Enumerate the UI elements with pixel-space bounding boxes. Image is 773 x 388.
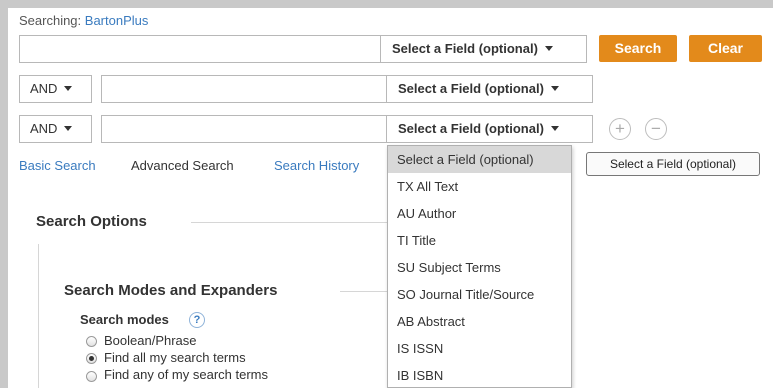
search-modes-label: Search modes bbox=[80, 312, 169, 327]
boolean-operator-select-2[interactable]: AND bbox=[19, 75, 92, 103]
operator-label: AND bbox=[30, 81, 58, 96]
radio-find-any[interactable] bbox=[86, 371, 97, 382]
boolean-operator-select-3[interactable]: AND bbox=[19, 115, 92, 143]
dropdown-option-abstract[interactable]: AB Abstract bbox=[388, 308, 571, 335]
operator-label: AND bbox=[30, 121, 58, 136]
database-name[interactable]: BartonPlus bbox=[85, 13, 149, 28]
remove-row-button[interactable]: − bbox=[645, 118, 667, 140]
dropdown-option-isbn[interactable]: IB ISBN bbox=[388, 362, 571, 388]
search-panel: Searching: BartonPlus Select a Field (op… bbox=[8, 8, 773, 388]
basic-search-link[interactable]: Basic Search bbox=[19, 158, 96, 173]
chevron-down-icon bbox=[550, 86, 559, 92]
search-modes-title: Search Modes and Expanders bbox=[64, 282, 278, 299]
clear-button[interactable]: Clear bbox=[689, 35, 762, 62]
field-select-3[interactable]: Select a Field (optional) bbox=[386, 115, 593, 143]
radio-label-find-any: Find any of my search terms bbox=[104, 367, 268, 382]
field-select-1[interactable]: Select a Field (optional) bbox=[380, 35, 587, 63]
section-divider bbox=[191, 222, 391, 223]
section-border bbox=[38, 244, 39, 388]
advanced-search-link[interactable]: Advanced Search bbox=[131, 158, 234, 173]
dropdown-option-journal-title[interactable]: SO Journal Title/Source bbox=[388, 281, 571, 308]
add-row-button[interactable]: + bbox=[609, 118, 631, 140]
search-options-title[interactable]: Search Options bbox=[36, 213, 147, 230]
field-dropdown-list: Select a Field (optional) TX All Text AU… bbox=[387, 145, 572, 388]
search-term-input-2[interactable] bbox=[101, 75, 387, 103]
search-term-input-1[interactable] bbox=[19, 35, 381, 63]
chevron-down-icon bbox=[64, 86, 73, 92]
dropdown-option-select-field[interactable]: Select a Field (optional) bbox=[388, 146, 571, 173]
dropdown-option-author[interactable]: AU Author bbox=[388, 200, 571, 227]
field-select-label: Select a Field (optional) bbox=[398, 121, 544, 136]
chevron-down-icon bbox=[544, 46, 553, 52]
chevron-down-icon bbox=[550, 126, 559, 132]
searching-prefix: Searching: bbox=[19, 13, 82, 28]
dropdown-option-issn[interactable]: IS ISSN bbox=[388, 335, 571, 362]
dropdown-option-title[interactable]: TI Title bbox=[388, 227, 571, 254]
field-select-2[interactable]: Select a Field (optional) bbox=[386, 75, 593, 103]
chevron-down-icon bbox=[64, 126, 73, 132]
radio-find-all[interactable] bbox=[86, 353, 97, 364]
dropdown-option-subject-terms[interactable]: SU Subject Terms bbox=[388, 254, 571, 281]
search-term-input-3[interactable] bbox=[101, 115, 387, 143]
dropdown-option-all-text[interactable]: TX All Text bbox=[388, 173, 571, 200]
searching-label: Searching: BartonPlus bbox=[19, 13, 148, 28]
field-select-label: Select a Field (optional) bbox=[392, 41, 538, 56]
radio-label-find-all: Find all my search terms bbox=[104, 350, 246, 365]
field-tooltip: Select a Field (optional) bbox=[586, 152, 760, 176]
search-button[interactable]: Search bbox=[599, 35, 677, 62]
search-history-link[interactable]: Search History bbox=[274, 158, 359, 173]
subsection-divider bbox=[340, 291, 390, 292]
help-icon[interactable]: ? bbox=[189, 312, 205, 328]
field-select-label: Select a Field (optional) bbox=[398, 81, 544, 96]
radio-label-boolean-phrase: Boolean/Phrase bbox=[104, 333, 197, 348]
radio-boolean-phrase[interactable] bbox=[86, 336, 97, 347]
